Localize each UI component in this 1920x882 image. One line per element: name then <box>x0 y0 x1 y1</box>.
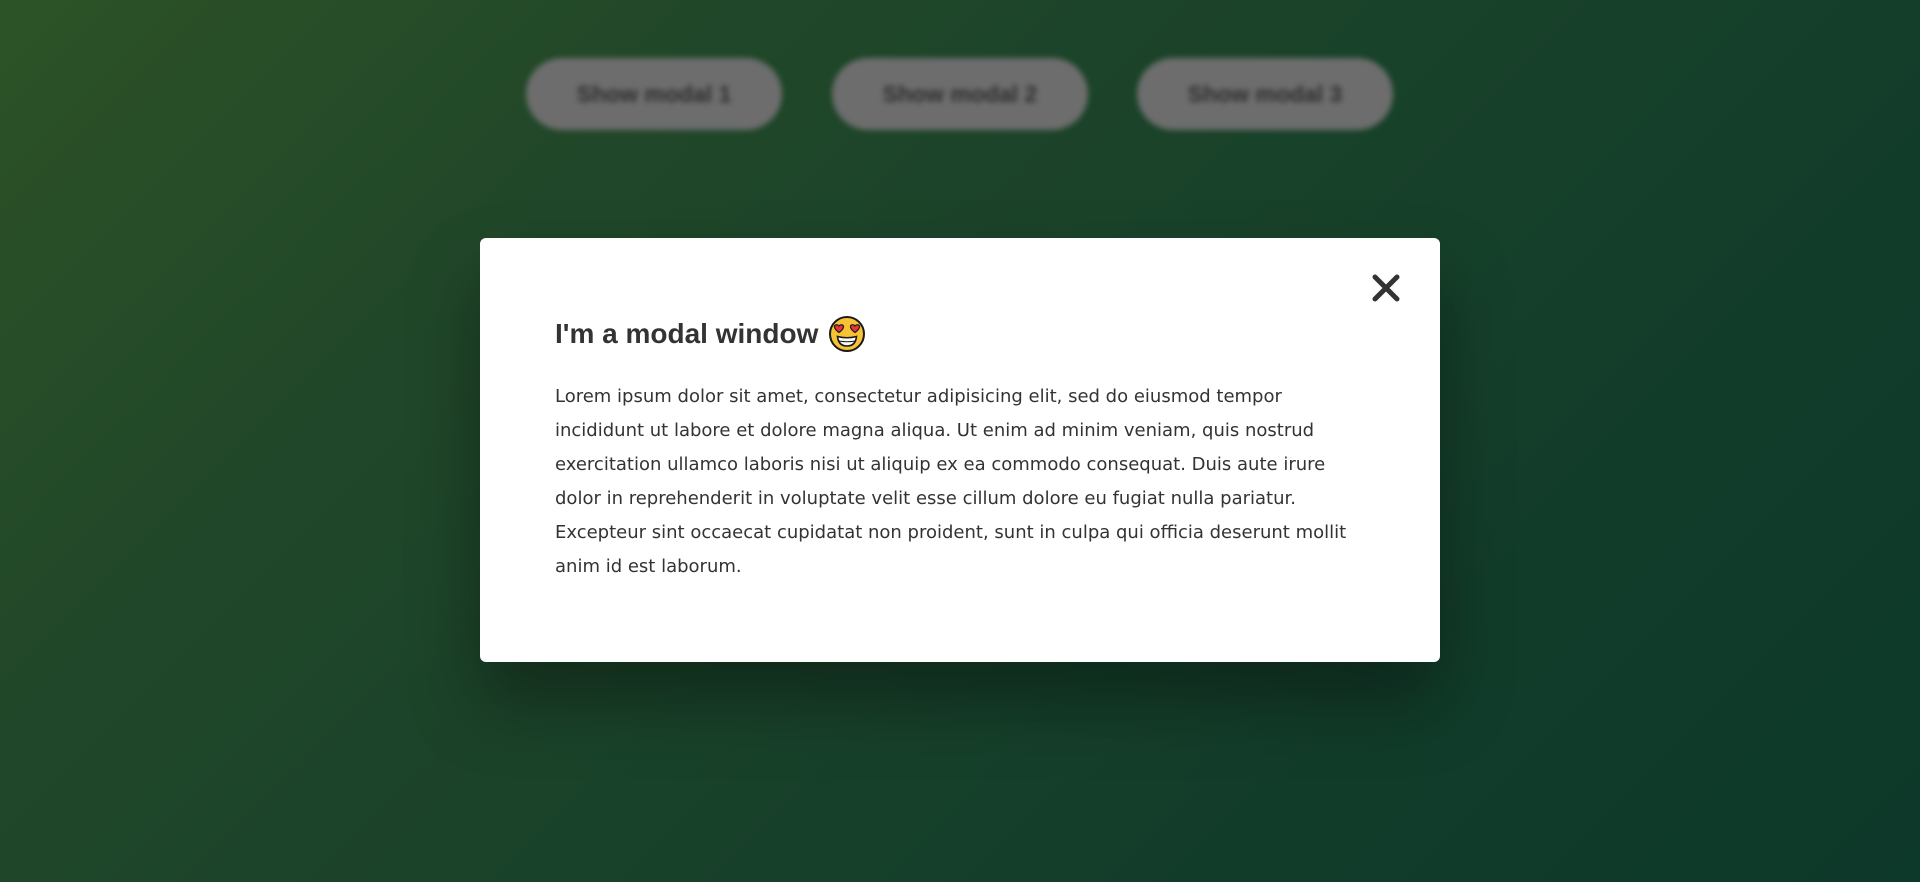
heart-eyes-emoji-icon <box>828 315 866 353</box>
modal-title-text: I'm a modal window <box>555 318 819 349</box>
close-modal-button[interactable] <box>1366 268 1406 308</box>
modal-title: I'm a modal window <box>555 314 1365 354</box>
modal-body-text: Lorem ipsum dolor sit amet, consectetur … <box>555 386 1347 577</box>
modal-window: I'm a modal window Lorem ipsum dolor sit… <box>480 238 1440 662</box>
close-icon <box>1372 274 1400 302</box>
